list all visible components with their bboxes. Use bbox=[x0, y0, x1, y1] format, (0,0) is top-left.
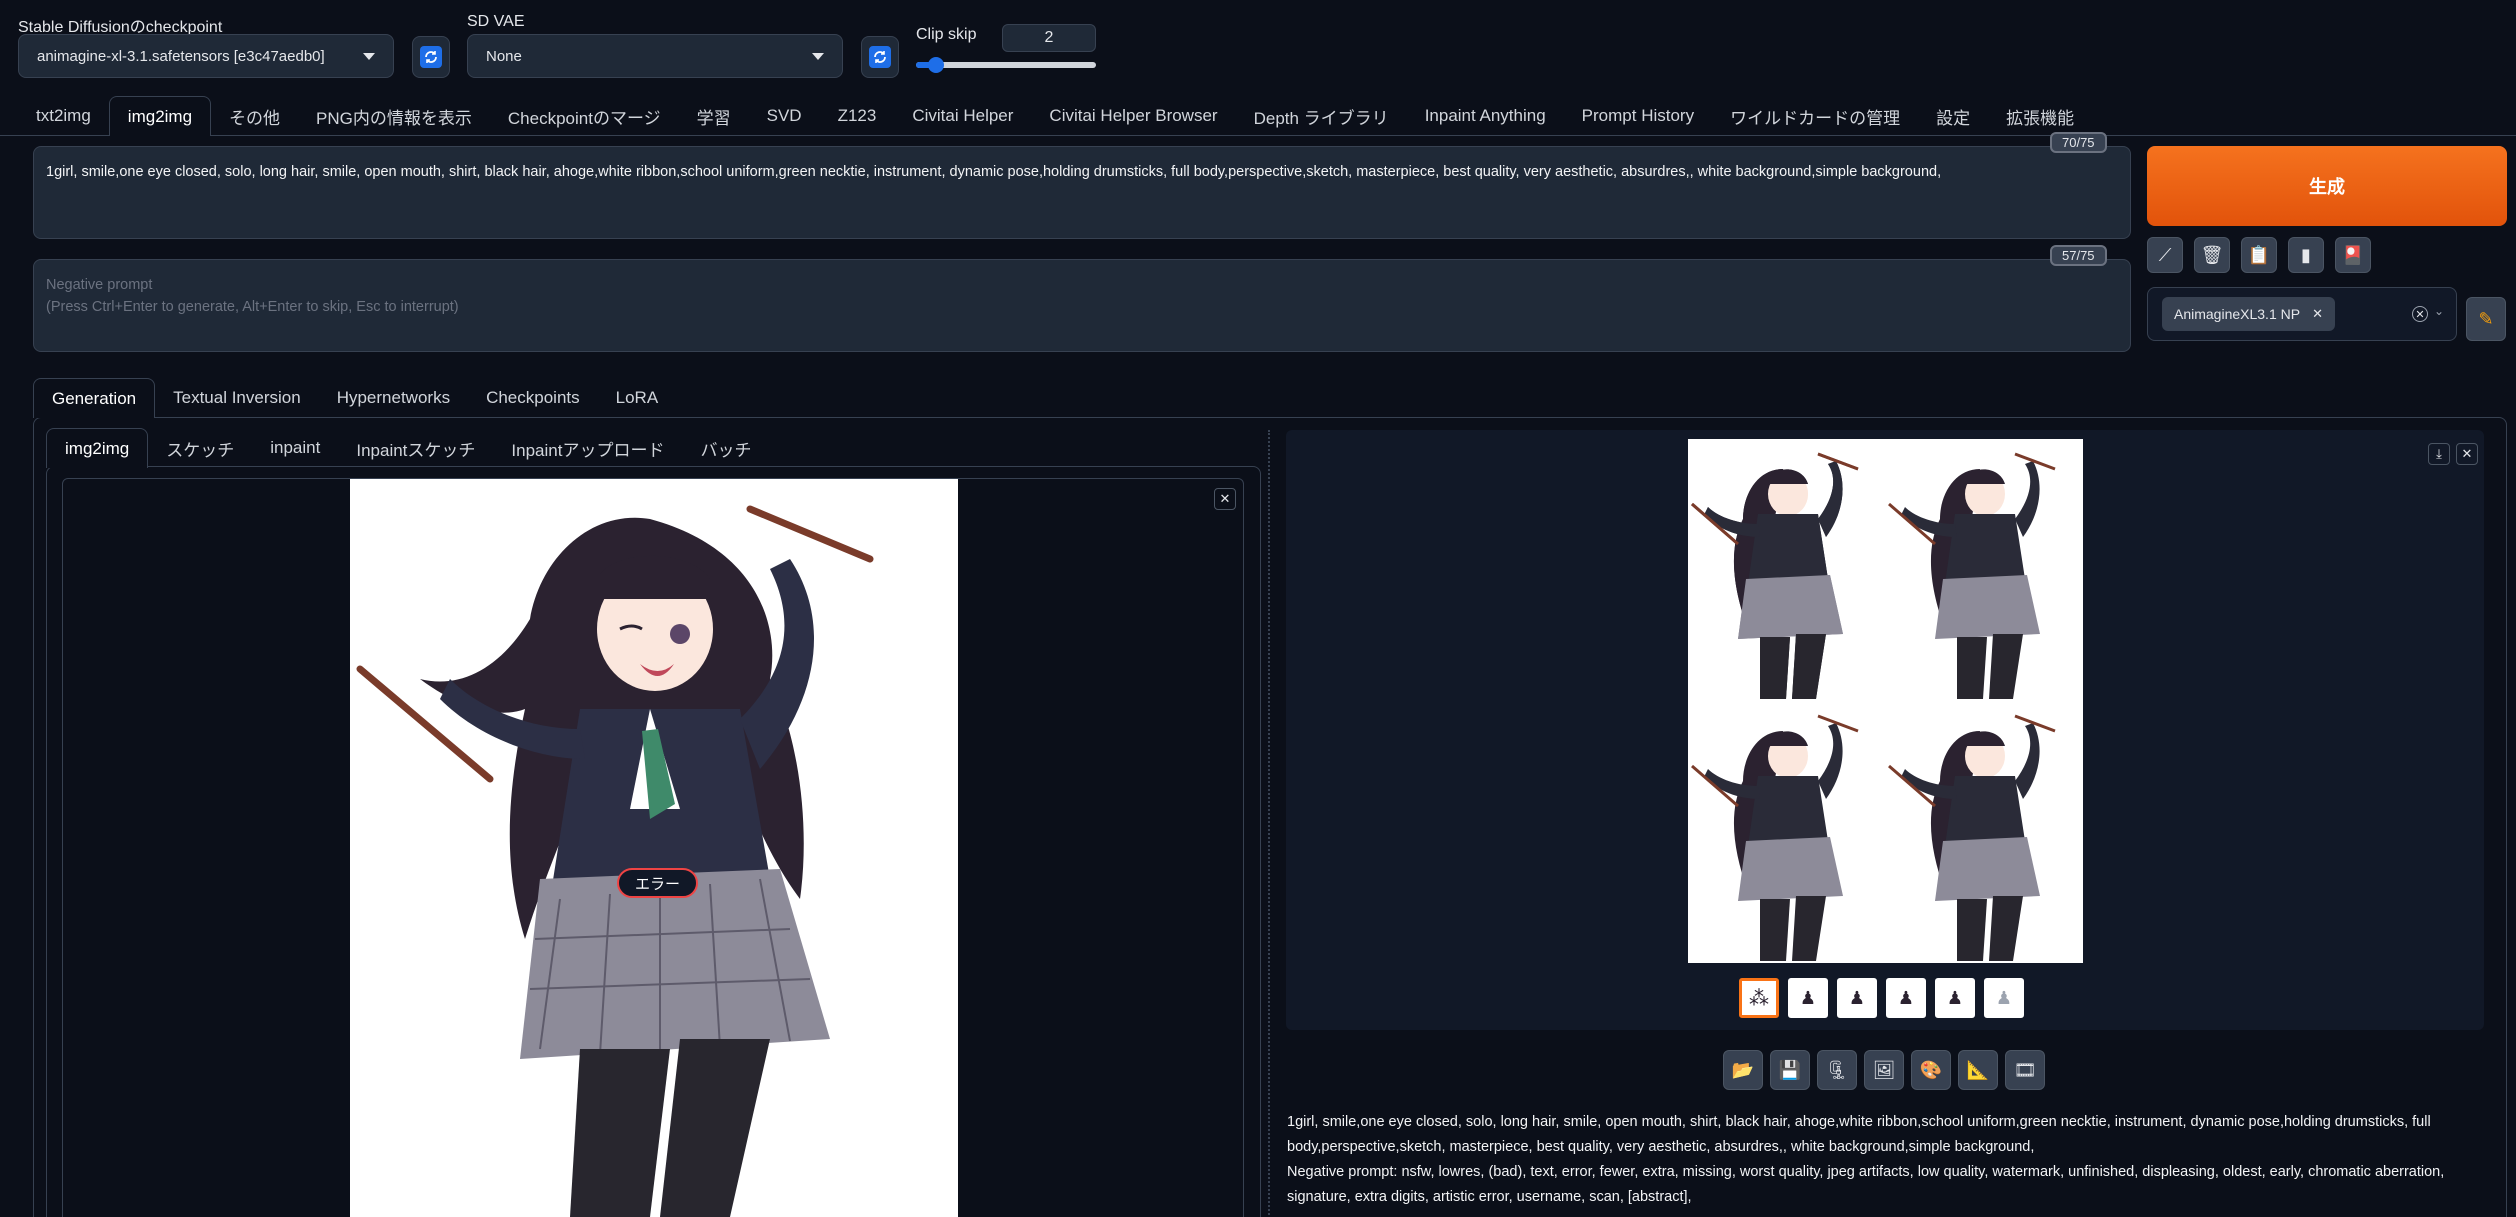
tab-14[interactable]: 設定 bbox=[1918, 96, 1988, 136]
prompt-textarea[interactable]: 1girl, smile,one eye closed, solo, long … bbox=[33, 146, 2131, 239]
pencil-icon[interactable]: ⟋ bbox=[2147, 237, 2183, 273]
extra-tab-1[interactable]: Textual Inversion bbox=[155, 378, 319, 418]
prompt-text: 1girl, smile,one eye closed, solo, long … bbox=[46, 164, 1942, 180]
chevron-down-icon[interactable]: ⌄ bbox=[2434, 304, 2444, 318]
clipboard-icon[interactable]: 📋 bbox=[2241, 237, 2277, 273]
thumbnail-strip: ⁂ ♟ ♟ ♟ ♟ ♟ bbox=[1739, 978, 2024, 1018]
tab-12[interactable]: Prompt History bbox=[1564, 96, 1712, 136]
tab-4[interactable]: Checkpointのマージ bbox=[490, 96, 679, 136]
extra-tab-bar: Generation Textual Inversion Hypernetworks… bbox=[33, 376, 676, 418]
vae-label: SD VAE bbox=[467, 13, 525, 30]
generate-button[interactable]: 生成 bbox=[2147, 146, 2507, 226]
tab-8[interactable]: Civitai Helper bbox=[894, 96, 1031, 136]
tab-1[interactable]: img2img bbox=[108, 96, 212, 136]
info-negative-prompt: Negative prompt: nsfw, lowres, (bad), te… bbox=[1287, 1164, 2445, 1205]
prompt-tools: ⟋ 🗑 📋 ▮ 🎴 bbox=[2147, 237, 2371, 273]
chevron-down-icon bbox=[363, 52, 375, 60]
tab-15[interactable]: 拡張機能 bbox=[1988, 96, 2092, 136]
download-icon[interactable]: ⤓ bbox=[2428, 443, 2450, 465]
refresh-icon bbox=[420, 46, 442, 68]
close-icon[interactable]: ✕ bbox=[1214, 488, 1236, 510]
tab-7[interactable]: Z123 bbox=[820, 96, 895, 136]
info-positive-prompt: 1girl, smile,one eye closed, solo, long … bbox=[1287, 1114, 2431, 1155]
main-tab-bar: txt2img img2img その他 PNG内の情報を表示 Checkpointのマー… bbox=[18, 96, 2092, 136]
ruler-icon[interactable]: 📐 bbox=[1958, 1050, 1998, 1090]
negative-token-counter: 57/75 bbox=[2050, 245, 2107, 266]
vae-value: None bbox=[486, 47, 522, 65]
thumbnail[interactable]: ♟ bbox=[1788, 978, 1828, 1018]
style-chip-label: AnimagineXL3.1 NP bbox=[2174, 306, 2301, 322]
close-icon[interactable]: ✕ bbox=[2456, 443, 2478, 465]
extra-tab-2[interactable]: Hypernetworks bbox=[319, 378, 468, 418]
apply-style-button[interactable]: ✎ bbox=[2466, 297, 2506, 341]
source-image bbox=[350, 479, 958, 1217]
clear-icon[interactable]: ✕ bbox=[2412, 306, 2428, 322]
thumbnail[interactable]: ⁂ bbox=[1739, 978, 1779, 1018]
tab-2[interactable]: その他 bbox=[211, 96, 298, 136]
styles-dropdown[interactable]: AnimagineXL3.1 NP ✕ ✕ ⌄ bbox=[2147, 287, 2457, 341]
palette-icon[interactable]: 🎨 bbox=[1911, 1050, 1951, 1090]
thumbnail[interactable]: ♟ bbox=[1886, 978, 1926, 1018]
tab-5[interactable]: 学習 bbox=[679, 96, 749, 136]
tab-6[interactable]: SVD bbox=[749, 96, 820, 136]
thumbnail[interactable]: ♟ bbox=[1837, 978, 1877, 1018]
output-toolbar: 📂 💾 🗜 🖼 🎨 📐 🎞 bbox=[1723, 1050, 2045, 1090]
paintbrush-icon: ✎ bbox=[2478, 308, 2494, 329]
vae-dropdown[interactable]: None bbox=[467, 34, 843, 78]
img-tab-2[interactable]: inpaint bbox=[252, 428, 338, 468]
tab-3[interactable]: PNG内の情報を表示 bbox=[298, 96, 490, 136]
negative-placeholder-hint: (Press Ctrl+Enter to generate, Alt+Enter… bbox=[46, 299, 459, 315]
refresh-icon bbox=[869, 46, 891, 68]
extra-tab-4[interactable]: LoRA bbox=[598, 378, 677, 418]
img-tab-0[interactable]: img2img bbox=[46, 428, 149, 468]
generation-info: 1girl, smile,one eye closed, solo, long … bbox=[1287, 1110, 2487, 1210]
img-tab-5[interactable]: バッチ bbox=[682, 428, 769, 468]
tab-9[interactable]: Civitai Helper Browser bbox=[1031, 96, 1235, 136]
output-grid-image[interactable] bbox=[1688, 439, 2083, 963]
image-icon[interactable]: 🖼 bbox=[1864, 1050, 1904, 1090]
save-icon[interactable]: 💾 bbox=[1770, 1050, 1810, 1090]
style-chip[interactable]: AnimagineXL3.1 NP ✕ bbox=[2162, 297, 2335, 331]
chevron-down-icon bbox=[812, 52, 824, 60]
extra-tab-0[interactable]: Generation bbox=[33, 378, 156, 418]
tab-13[interactable]: ワイルドカードの管理 bbox=[1712, 96, 1918, 136]
tab-11[interactable]: Inpaint Anything bbox=[1407, 96, 1564, 136]
negative-placeholder: Negative prompt bbox=[46, 277, 153, 293]
img-tab-1[interactable]: スケッチ bbox=[148, 428, 252, 468]
zip-icon[interactable]: 🗜 bbox=[1817, 1050, 1857, 1090]
img-tab-4[interactable]: Inpaintアップロード bbox=[493, 428, 682, 468]
palette-icon[interactable]: 🎴 bbox=[2335, 237, 2371, 273]
vae-refresh-button[interactable] bbox=[861, 36, 899, 78]
battery-icon[interactable]: ▮ bbox=[2288, 237, 2324, 273]
checkpoint-dropdown[interactable]: animagine-xl-3.1.safetensors [e3c47aedb0… bbox=[18, 34, 394, 78]
thumbnail[interactable]: ♟ bbox=[1935, 978, 1975, 1018]
error-badge: エラー bbox=[617, 868, 699, 898]
folder-icon[interactable]: 📂 bbox=[1723, 1050, 1763, 1090]
checkpoint-refresh-button[interactable] bbox=[412, 36, 450, 78]
img-tab-3[interactable]: Inpaintスケッチ bbox=[338, 428, 493, 468]
thumbnail[interactable]: ♟ bbox=[1984, 978, 2024, 1018]
clip-skip-thumb[interactable] bbox=[928, 57, 945, 73]
film-icon[interactable]: 🎞 bbox=[2005, 1050, 2045, 1090]
img-tab-bar: img2img スケッチ inpaint Inpaintスケッチ Inpaintアップロ… bbox=[46, 428, 769, 468]
close-icon[interactable]: ✕ bbox=[2312, 306, 2323, 322]
prompt-token-counter: 70/75 bbox=[2050, 132, 2107, 153]
extra-tab-3[interactable]: Checkpoints bbox=[468, 378, 598, 418]
clip-skip-label: Clip skip bbox=[916, 26, 977, 43]
tab-0[interactable]: txt2img bbox=[18, 96, 109, 136]
checkpoint-value: animagine-xl-3.1.safetensors [e3c47aedb0… bbox=[37, 47, 325, 65]
clip-skip-input[interactable]: 2 bbox=[1002, 24, 1096, 52]
negative-prompt-textarea[interactable]: Negative prompt (Press Ctrl+Enter to gen… bbox=[33, 259, 2131, 352]
trash-icon[interactable]: 🗑 bbox=[2194, 237, 2230, 273]
tab-10[interactable]: Depth ライブラリ bbox=[1236, 96, 1407, 136]
clip-skip-slider[interactable] bbox=[916, 57, 1096, 73]
